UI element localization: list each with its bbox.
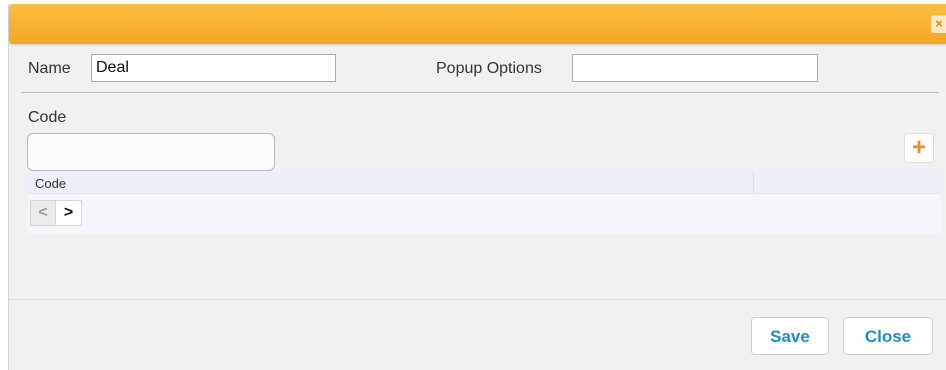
save-button[interactable]: Save	[751, 317, 829, 355]
popup-options-input[interactable]	[572, 54, 818, 82]
dialog: × Name Popup Options Code + Code < > Sav…	[8, 4, 946, 370]
code-label: Code	[28, 109, 67, 126]
grid-column-code[interactable]: Code	[35, 176, 66, 191]
grid-column-separator	[753, 172, 754, 194]
name-label: Name	[28, 60, 71, 77]
grid-header: Code	[27, 172, 941, 194]
code-grid: Code < >	[27, 172, 941, 234]
close-button[interactable]: Close	[843, 317, 933, 355]
chevron-left-icon[interactable]: <	[30, 200, 56, 226]
popup-options-label: Popup Options	[436, 60, 542, 77]
code-input[interactable]	[27, 133, 275, 171]
name-input[interactable]	[91, 54, 336, 82]
footer-divider	[9, 299, 946, 300]
plus-icon: +	[911, 134, 926, 161]
add-button[interactable]: +	[904, 133, 934, 163]
grid-pager: < >	[30, 200, 82, 226]
dialog-titlebar: ×	[9, 4, 946, 44]
form-divider	[21, 92, 939, 93]
chevron-right-icon[interactable]: >	[56, 200, 82, 226]
close-icon[interactable]: ×	[931, 15, 946, 33]
